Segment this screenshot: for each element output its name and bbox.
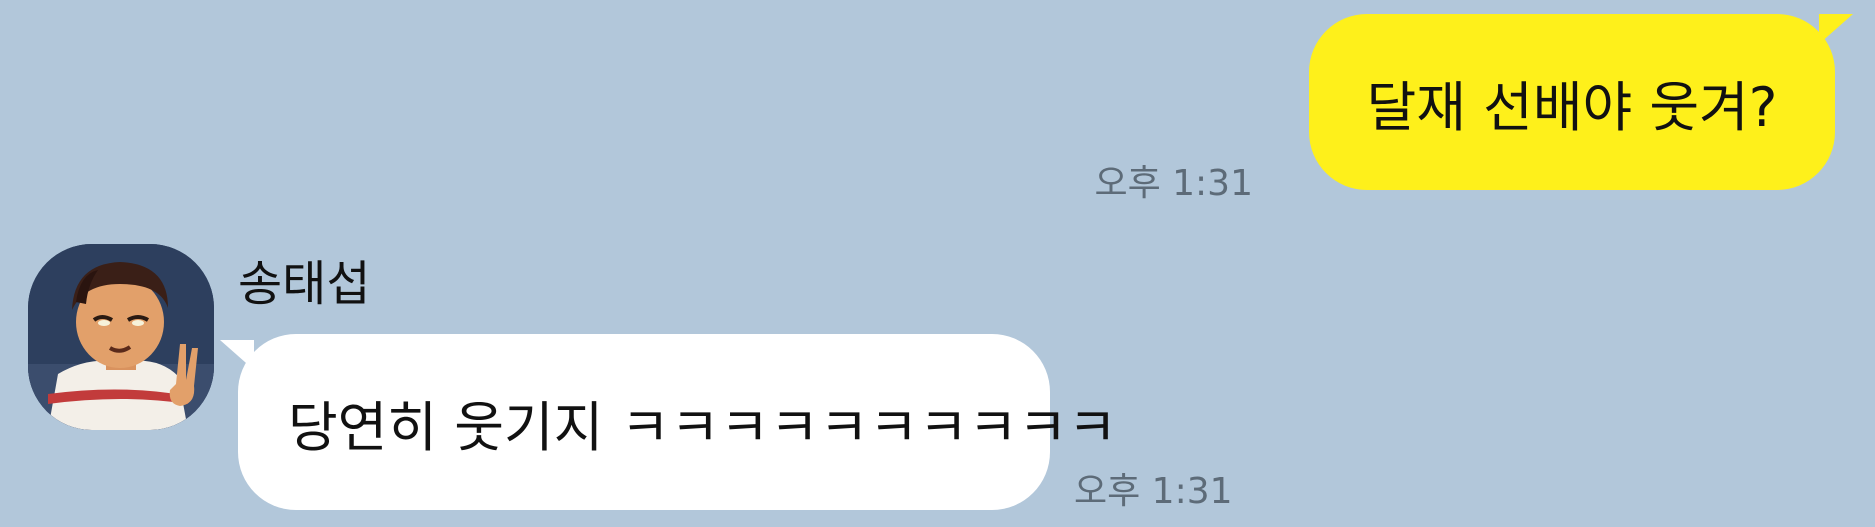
avatar-illustration: [28, 244, 214, 430]
outgoing-message-text: 달재 선배야 웃겨?: [1366, 75, 1778, 139]
sender-name: 송태섭: [238, 256, 371, 312]
outgoing-message: 달재 선배야 웃겨? 오후 1:31: [1094, 14, 1853, 204]
incoming-message-time: 오후 1:31: [1074, 471, 1233, 512]
outgoing-message-bubble[interactable]: 달재 선배야 웃겨?: [1309, 14, 1853, 190]
outgoing-message-time: 오후 1:31: [1094, 163, 1253, 204]
chat-room: 달재 선배야 웃겨? 오후 1:31 송태섭 당연히 웃기지 ㅋㅋㅋㅋㅋㅋㅋㅋㅋ…: [0, 0, 1875, 527]
bubble-tail: [1819, 14, 1853, 44]
incoming-message-bubble[interactable]: 당연히 웃기지 ㅋㅋㅋㅋㅋㅋㅋㅋㅋㅋ: [220, 334, 1117, 510]
profile-avatar-icon[interactable]: [28, 244, 214, 430]
bubble-tail: [220, 340, 254, 370]
incoming-message-text: 당연히 웃기지 ㅋㅋㅋㅋㅋㅋㅋㅋㅋㅋ: [288, 395, 1118, 459]
